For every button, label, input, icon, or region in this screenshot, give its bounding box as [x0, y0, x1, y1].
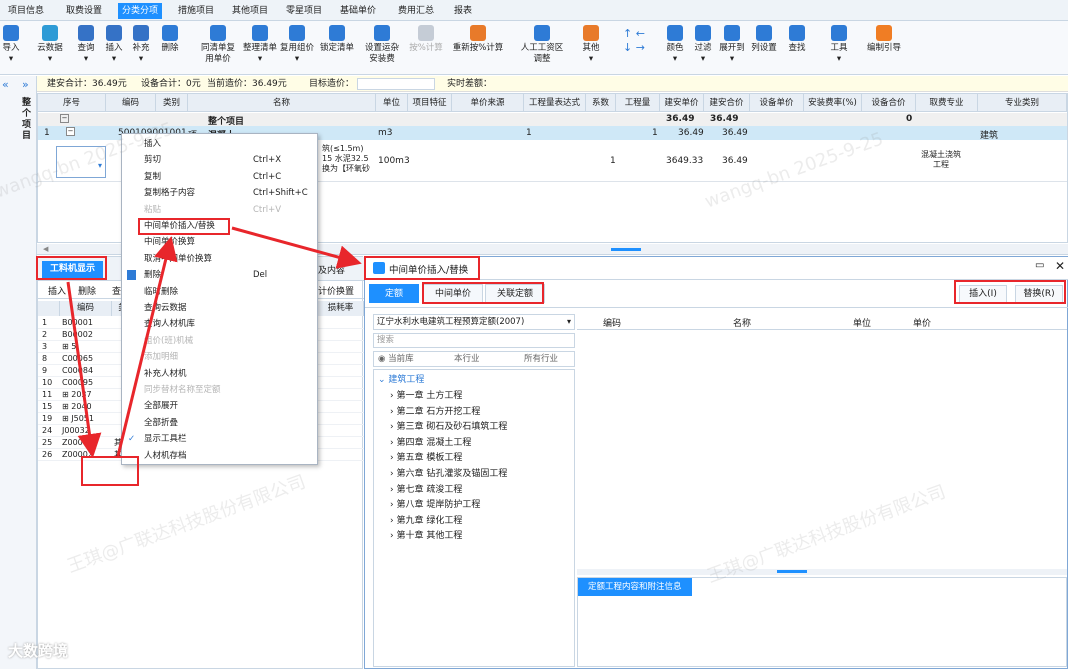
arrow-icon: [66, 281, 102, 458]
arrow-icon: [231, 226, 362, 269]
annotation-arrows: [66, 226, 362, 458]
app-window: 项目信息 取费设置 分类分项 措施项目 其他项目 零星项目 基础单价 费用汇总 …: [0, 0, 1068, 669]
arrow-icon: [116, 236, 178, 457]
